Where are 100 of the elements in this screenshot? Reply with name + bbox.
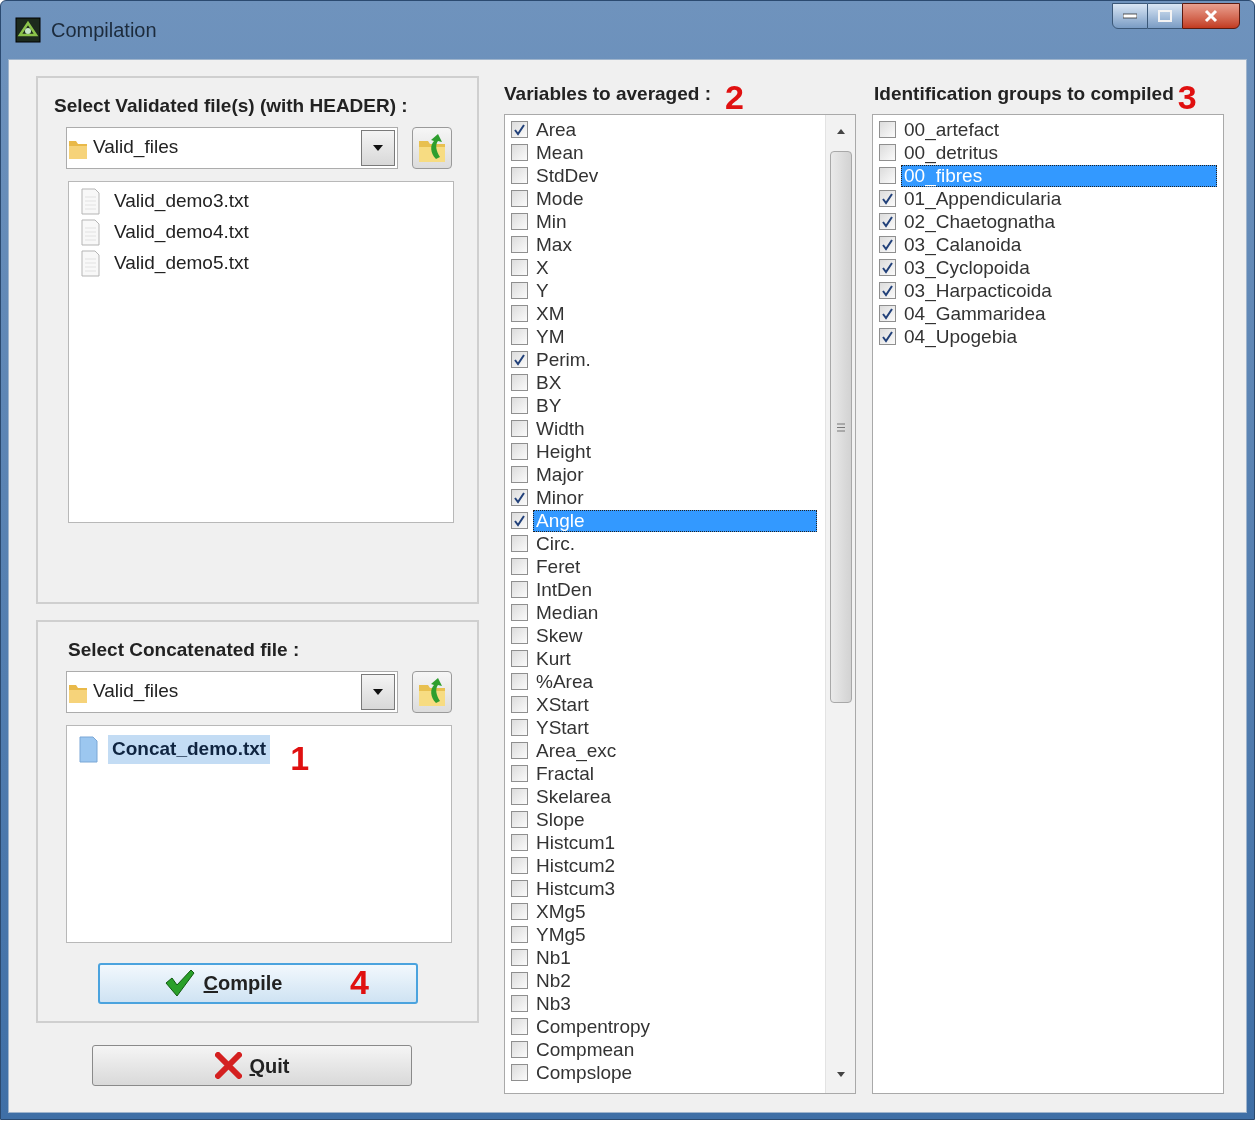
list-item[interactable]: IntDen — [533, 578, 593, 601]
list-item[interactable]: BX — [533, 371, 563, 394]
list-item[interactable]: Nb2 — [533, 969, 572, 992]
checkbox[interactable] — [511, 190, 528, 207]
checkbox[interactable] — [511, 535, 528, 552]
checkbox[interactable] — [511, 1041, 528, 1058]
list-item[interactable]: 04_Gammaridea — [901, 302, 1047, 325]
checkbox[interactable] — [511, 328, 528, 345]
list-item[interactable]: YM — [533, 325, 566, 348]
scroll-up-icon[interactable] — [834, 127, 847, 135]
checkbox[interactable] — [511, 949, 528, 966]
checkbox[interactable] — [511, 788, 528, 805]
checkbox[interactable] — [511, 489, 528, 506]
checkbox[interactable] — [879, 190, 896, 207]
list-item[interactable]: 03_Harpacticoida — [901, 279, 1053, 302]
list-item[interactable]: Nb1 — [533, 946, 572, 969]
list-item[interactable]: Mode — [533, 187, 585, 210]
list-item[interactable]: Area_exc — [533, 739, 618, 762]
list-item[interactable]: Kurt — [533, 647, 572, 670]
list-item[interactable]: Compslope — [533, 1061, 634, 1084]
checkbox[interactable] — [879, 282, 896, 299]
list-item[interactable]: Fractal — [533, 762, 596, 785]
quit-button[interactable]: Quit — [92, 1045, 412, 1086]
list-item[interactable]: Height — [533, 440, 592, 463]
list-item[interactable]: XStart — [533, 693, 590, 716]
folder-dropdown[interactable]: Valid_files — [66, 670, 398, 713]
checkbox[interactable] — [511, 857, 528, 874]
folder-up-button[interactable] — [412, 126, 452, 169]
checkbox[interactable] — [511, 995, 528, 1012]
scroll-down-icon[interactable] — [834, 1071, 847, 1079]
checkbox[interactable] — [879, 305, 896, 322]
checkbox[interactable] — [511, 443, 528, 460]
list-item[interactable]: StdDev — [533, 164, 600, 187]
checkbox[interactable] — [511, 673, 528, 690]
checkbox[interactable] — [511, 259, 528, 276]
list-item[interactable]: Median — [533, 601, 600, 624]
checkbox[interactable] — [511, 627, 528, 644]
checkbox[interactable] — [511, 420, 528, 437]
list-item[interactable]: Feret — [533, 555, 582, 578]
checkbox[interactable] — [879, 121, 896, 138]
folder-dropdown[interactable]: Valid_files — [66, 126, 398, 169]
list-item[interactable]: Major — [533, 463, 585, 486]
checkbox[interactable] — [511, 282, 528, 299]
list-item[interactable]: XMg5 — [533, 900, 587, 923]
list-item[interactable]: Width — [533, 417, 586, 440]
list-item[interactable]: Compentropy — [533, 1015, 652, 1038]
list-item[interactable]: Y — [533, 279, 550, 302]
maximize-button[interactable] — [1148, 3, 1182, 29]
checkbox[interactable] — [511, 305, 528, 322]
list-item[interactable]: Area — [533, 118, 578, 141]
checkbox[interactable] — [511, 650, 528, 667]
checkbox[interactable] — [879, 328, 896, 345]
folder-up-button[interactable] — [412, 670, 452, 713]
checkbox[interactable] — [511, 834, 528, 851]
list-item[interactable]: 02_Chaetognatha — [901, 210, 1057, 233]
file-item[interactable]: Valid_demo5.txt — [110, 248, 253, 278]
checkbox[interactable] — [879, 259, 896, 276]
checkbox[interactable] — [511, 121, 528, 138]
scrollbar-thumb[interactable] — [829, 151, 852, 703]
scrollbar[interactable] — [825, 115, 855, 1093]
checkbox[interactable] — [511, 880, 528, 897]
checkbox[interactable] — [511, 811, 528, 828]
list-item[interactable]: Skelarea — [533, 785, 612, 808]
checkbox[interactable] — [511, 558, 528, 575]
list-item[interactable]: YStart — [533, 716, 590, 739]
checkbox[interactable] — [511, 696, 528, 713]
list-item[interactable]: Compmean — [533, 1038, 636, 1061]
list-item[interactable]: Mean — [533, 141, 585, 164]
checkbox[interactable] — [511, 144, 528, 161]
list-item[interactable]: Circ. — [533, 532, 577, 555]
checkbox[interactable] — [511, 374, 528, 391]
list-item[interactable]: 00_artefact — [901, 118, 1001, 141]
checkbox[interactable] — [879, 144, 896, 161]
checkbox[interactable] — [879, 236, 896, 253]
checkbox[interactable] — [511, 512, 528, 529]
file-item[interactable]: Valid_demo4.txt — [110, 217, 253, 247]
checkbox[interactable] — [511, 926, 528, 943]
checkbox[interactable] — [511, 742, 528, 759]
checkbox[interactable] — [511, 167, 528, 184]
file-item[interactable]: Concat_demo.txt — [108, 735, 271, 764]
list-item[interactable]: X — [533, 256, 550, 279]
checkbox[interactable] — [511, 397, 528, 414]
checkbox[interactable] — [511, 1018, 528, 1035]
list-item[interactable]: 03_Cyclopoida — [901, 256, 1031, 279]
list-item[interactable]: Minor — [533, 486, 585, 509]
checkbox[interactable] — [511, 972, 528, 989]
list-item[interactable]: Min — [533, 210, 568, 233]
list-item[interactable]: Slope — [533, 808, 586, 831]
list-item[interactable]: 04_Upogebia — [901, 325, 1019, 348]
list-item[interactable]: 03_Calanoida — [901, 233, 1023, 256]
file-item[interactable]: Valid_demo3.txt — [110, 186, 253, 216]
checkbox[interactable] — [511, 213, 528, 230]
minimize-button[interactable] — [1112, 3, 1148, 29]
list-item[interactable]: 00_detritus — [901, 141, 999, 164]
checkbox[interactable] — [511, 903, 528, 920]
checkbox[interactable] — [511, 351, 528, 368]
list-item[interactable]: Skew — [533, 624, 584, 647]
checkbox[interactable] — [511, 1064, 528, 1081]
checkbox[interactable] — [511, 466, 528, 483]
list-item[interactable]: %Area — [533, 670, 595, 693]
